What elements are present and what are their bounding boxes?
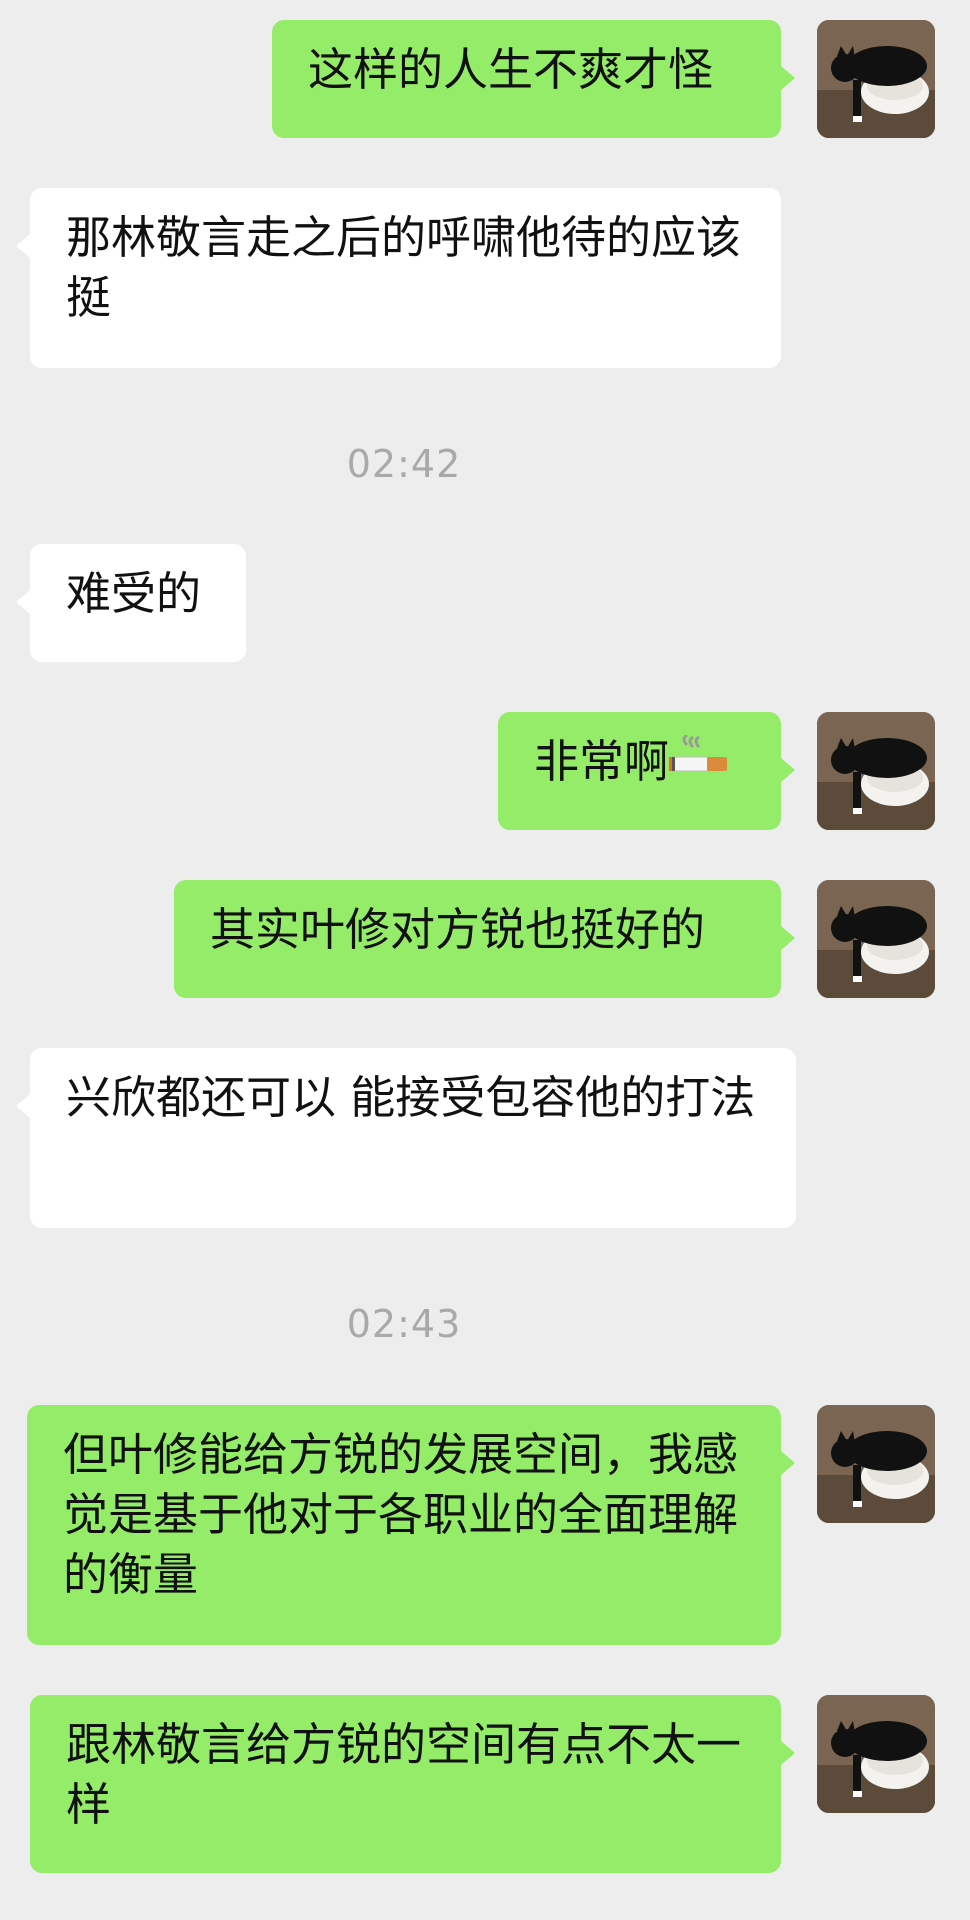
user-avatar[interactable] — [817, 712, 935, 830]
message-bubble[interactable]: 那林敬言走之后的呼啸他待的应该挺 — [30, 188, 781, 368]
cat-avatar-icon — [817, 20, 935, 138]
message-text: 难受的 — [66, 567, 202, 620]
bubble-tail — [16, 590, 30, 614]
bubble-tail — [781, 66, 795, 90]
cat-avatar-icon — [817, 880, 935, 998]
message-bubble[interactable]: 其实叶修对方锐也挺好的 — [174, 880, 781, 998]
timestamp: 02:42 — [346, 442, 462, 486]
message-text: 跟林敬言给方锐的空间有点不太一样 — [66, 1718, 742, 1831]
message-bubble[interactable]: 非常啊 — [498, 712, 781, 830]
cigarette-emoji-icon — [669, 733, 729, 800]
message-bubble[interactable]: 但叶修能给方锐的发展空间，我感觉是基于他对于各职业的全面理解的衡量 — [27, 1405, 781, 1645]
message-text: 但叶修能给方锐的发展空间，我感觉是基于他对于各职业的全面理解的衡量 — [63, 1428, 739, 1601]
message-text: 非常啊 — [534, 735, 670, 788]
cat-avatar-icon — [817, 1695, 935, 1813]
user-avatar[interactable] — [817, 1695, 935, 1813]
bubble-tail — [16, 234, 30, 258]
user-avatar[interactable] — [817, 1405, 935, 1523]
message-bubble[interactable]: 难受的 — [30, 544, 246, 662]
cat-avatar-icon — [817, 1405, 935, 1523]
message-bubble[interactable]: 兴欣都还可以 能接受包容他的打法 — [30, 1048, 796, 1228]
message-bubble[interactable]: 这样的人生不爽才怪 — [272, 20, 781, 138]
bubble-tail — [781, 926, 795, 950]
message-text: 这样的人生不爽才怪 — [308, 43, 714, 96]
user-avatar[interactable] — [817, 880, 935, 998]
bubble-tail — [781, 1451, 795, 1475]
bubble-tail — [16, 1094, 30, 1118]
message-text: 其实叶修对方锐也挺好的 — [210, 903, 706, 956]
message-text: 那林敬言走之后的呼啸他待的应该挺 — [66, 211, 742, 324]
message-text: 兴欣都还可以 能接受包容他的打法 — [66, 1071, 756, 1124]
timestamp: 02:43 — [346, 1302, 462, 1346]
user-avatar[interactable] — [817, 20, 935, 138]
bubble-tail — [781, 1741, 795, 1765]
bubble-tail — [781, 758, 795, 782]
message-bubble[interactable]: 跟林敬言给方锐的空间有点不太一样 — [30, 1695, 781, 1873]
cat-avatar-icon — [817, 712, 935, 830]
